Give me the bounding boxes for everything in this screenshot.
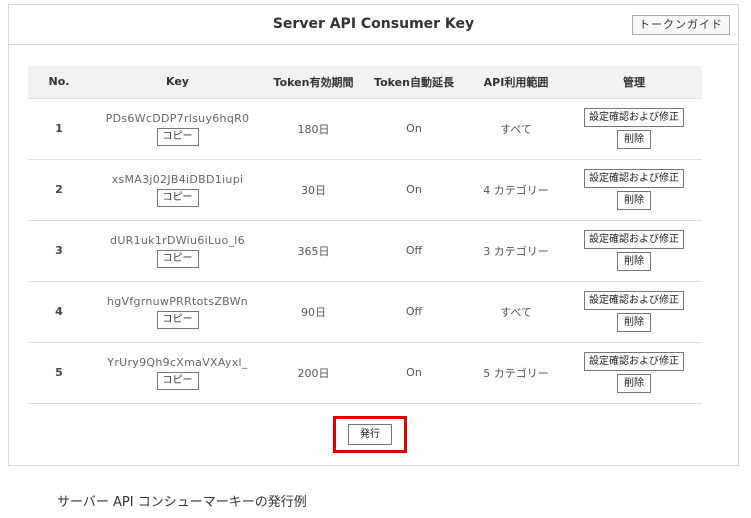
delete-button[interactable]: 削除	[617, 252, 651, 271]
header-key: Key	[90, 66, 265, 99]
token-auto-extend: Off	[362, 220, 466, 282]
api-scope: すべて	[466, 281, 566, 343]
consumer-key-text: dUR1uk1rDWiu6iLuo_l6	[110, 233, 245, 247]
token-guide-button[interactable]: トークンガイド	[632, 15, 730, 35]
key-cell: dUR1uk1rDWiu6iLuo_l6 コピー	[90, 220, 265, 282]
manage-cell: 設定確認および修正 削除	[566, 159, 702, 221]
header-scope: API利用範囲	[466, 66, 566, 99]
consumer-key-text: PDs6WcDDP7rlsuy6hqR0	[105, 111, 250, 125]
token-auto-extend: On	[362, 98, 466, 160]
table-row: 3 dUR1uk1rDWiu6iLuo_l6 コピー 365日 Off 3 カテ…	[28, 220, 702, 282]
consumer-key-text: hgVfgrnuwPRRtotsZBWn	[106, 294, 249, 308]
manage-cell: 設定確認および修正 削除	[566, 281, 702, 343]
edit-settings-button[interactable]: 設定確認および修正	[584, 169, 684, 188]
panel-title: Server API Consumer Key	[272, 16, 475, 32]
copy-button[interactable]: コピー	[156, 249, 199, 268]
table-row: 1 PDs6WcDDP7rlsuy6hqR0 コピー 180日 On すべて 設…	[28, 98, 702, 160]
panel-header: Server API Consumer Key トークンガイド	[9, 5, 738, 45]
consumer-key-text: xsMA3j02JB4iDBD1iupi	[111, 172, 244, 186]
copy-button[interactable]: コピー	[156, 371, 199, 390]
delete-button[interactable]: 削除	[617, 130, 651, 149]
token-auto-extend: On	[362, 342, 466, 404]
copy-button[interactable]: コピー	[156, 188, 199, 207]
api-scope: 5 カテゴリー	[466, 342, 566, 404]
delete-button[interactable]: 削除	[617, 313, 651, 332]
figure-caption: サーバー API コンシューマーキーの発行例	[57, 495, 307, 510]
manage-cell: 設定確認および修正 削除	[566, 98, 702, 160]
row-number: 2	[28, 159, 90, 221]
consumer-key-table: No. Key Token有効期間 Token自動延長 API利用範囲 管理 1…	[28, 66, 702, 404]
edit-settings-button[interactable]: 設定確認および修正	[584, 352, 684, 371]
api-scope: すべて	[466, 98, 566, 160]
copy-button[interactable]: コピー	[156, 127, 199, 146]
key-cell: hgVfgrnuwPRRtotsZBWn コピー	[90, 281, 265, 343]
token-auto-extend: On	[362, 159, 466, 221]
header-auto-extend: Token自動延長	[362, 66, 466, 99]
token-expiry: 90日	[265, 281, 362, 343]
table-row: 5 YrUry9Qh9cXmaVXAyxl_ コピー 200日 On 5 カテゴ…	[28, 342, 702, 404]
row-number: 4	[28, 281, 90, 343]
api-scope: 4 カテゴリー	[466, 159, 566, 221]
header-no: No.	[28, 66, 90, 99]
token-auto-extend: Off	[362, 281, 466, 343]
table-row: 4 hgVfgrnuwPRRtotsZBWn コピー 90日 Off すべて 設…	[28, 281, 702, 343]
manage-cell: 設定確認および修正 削除	[566, 220, 702, 282]
row-number: 5	[28, 342, 90, 404]
row-number: 3	[28, 220, 90, 282]
delete-button[interactable]: 削除	[617, 191, 651, 210]
key-cell: xsMA3j02JB4iDBD1iupi コピー	[90, 159, 265, 221]
key-cell: PDs6WcDDP7rlsuy6hqR0 コピー	[90, 98, 265, 160]
delete-button[interactable]: 削除	[617, 374, 651, 393]
edit-settings-button[interactable]: 設定確認および修正	[584, 291, 684, 310]
copy-button[interactable]: コピー	[156, 310, 199, 329]
key-cell: YrUry9Qh9cXmaVXAyxl_ コピー	[90, 342, 265, 404]
table-row: 2 xsMA3j02JB4iDBD1iupi コピー 30日 On 4 カテゴリ…	[28, 159, 702, 221]
consumer-key-text: YrUry9Qh9cXmaVXAyxl_	[107, 355, 248, 369]
issue-key-button[interactable]: 発行	[348, 424, 392, 445]
api-scope: 3 カテゴリー	[466, 220, 566, 282]
token-expiry: 200日	[265, 342, 362, 404]
header-expiry: Token有効期間	[265, 66, 362, 99]
row-number: 1	[28, 98, 90, 160]
header-manage: 管理	[566, 66, 702, 99]
token-expiry: 365日	[265, 220, 362, 282]
manage-cell: 設定確認および修正 削除	[566, 342, 702, 404]
token-expiry: 180日	[265, 98, 362, 160]
edit-settings-button[interactable]: 設定確認および修正	[584, 230, 684, 249]
table-header-row: No. Key Token有効期間 Token自動延長 API利用範囲 管理	[28, 66, 702, 99]
token-expiry: 30日	[265, 159, 362, 221]
edit-settings-button[interactable]: 設定確認および修正	[584, 108, 684, 127]
